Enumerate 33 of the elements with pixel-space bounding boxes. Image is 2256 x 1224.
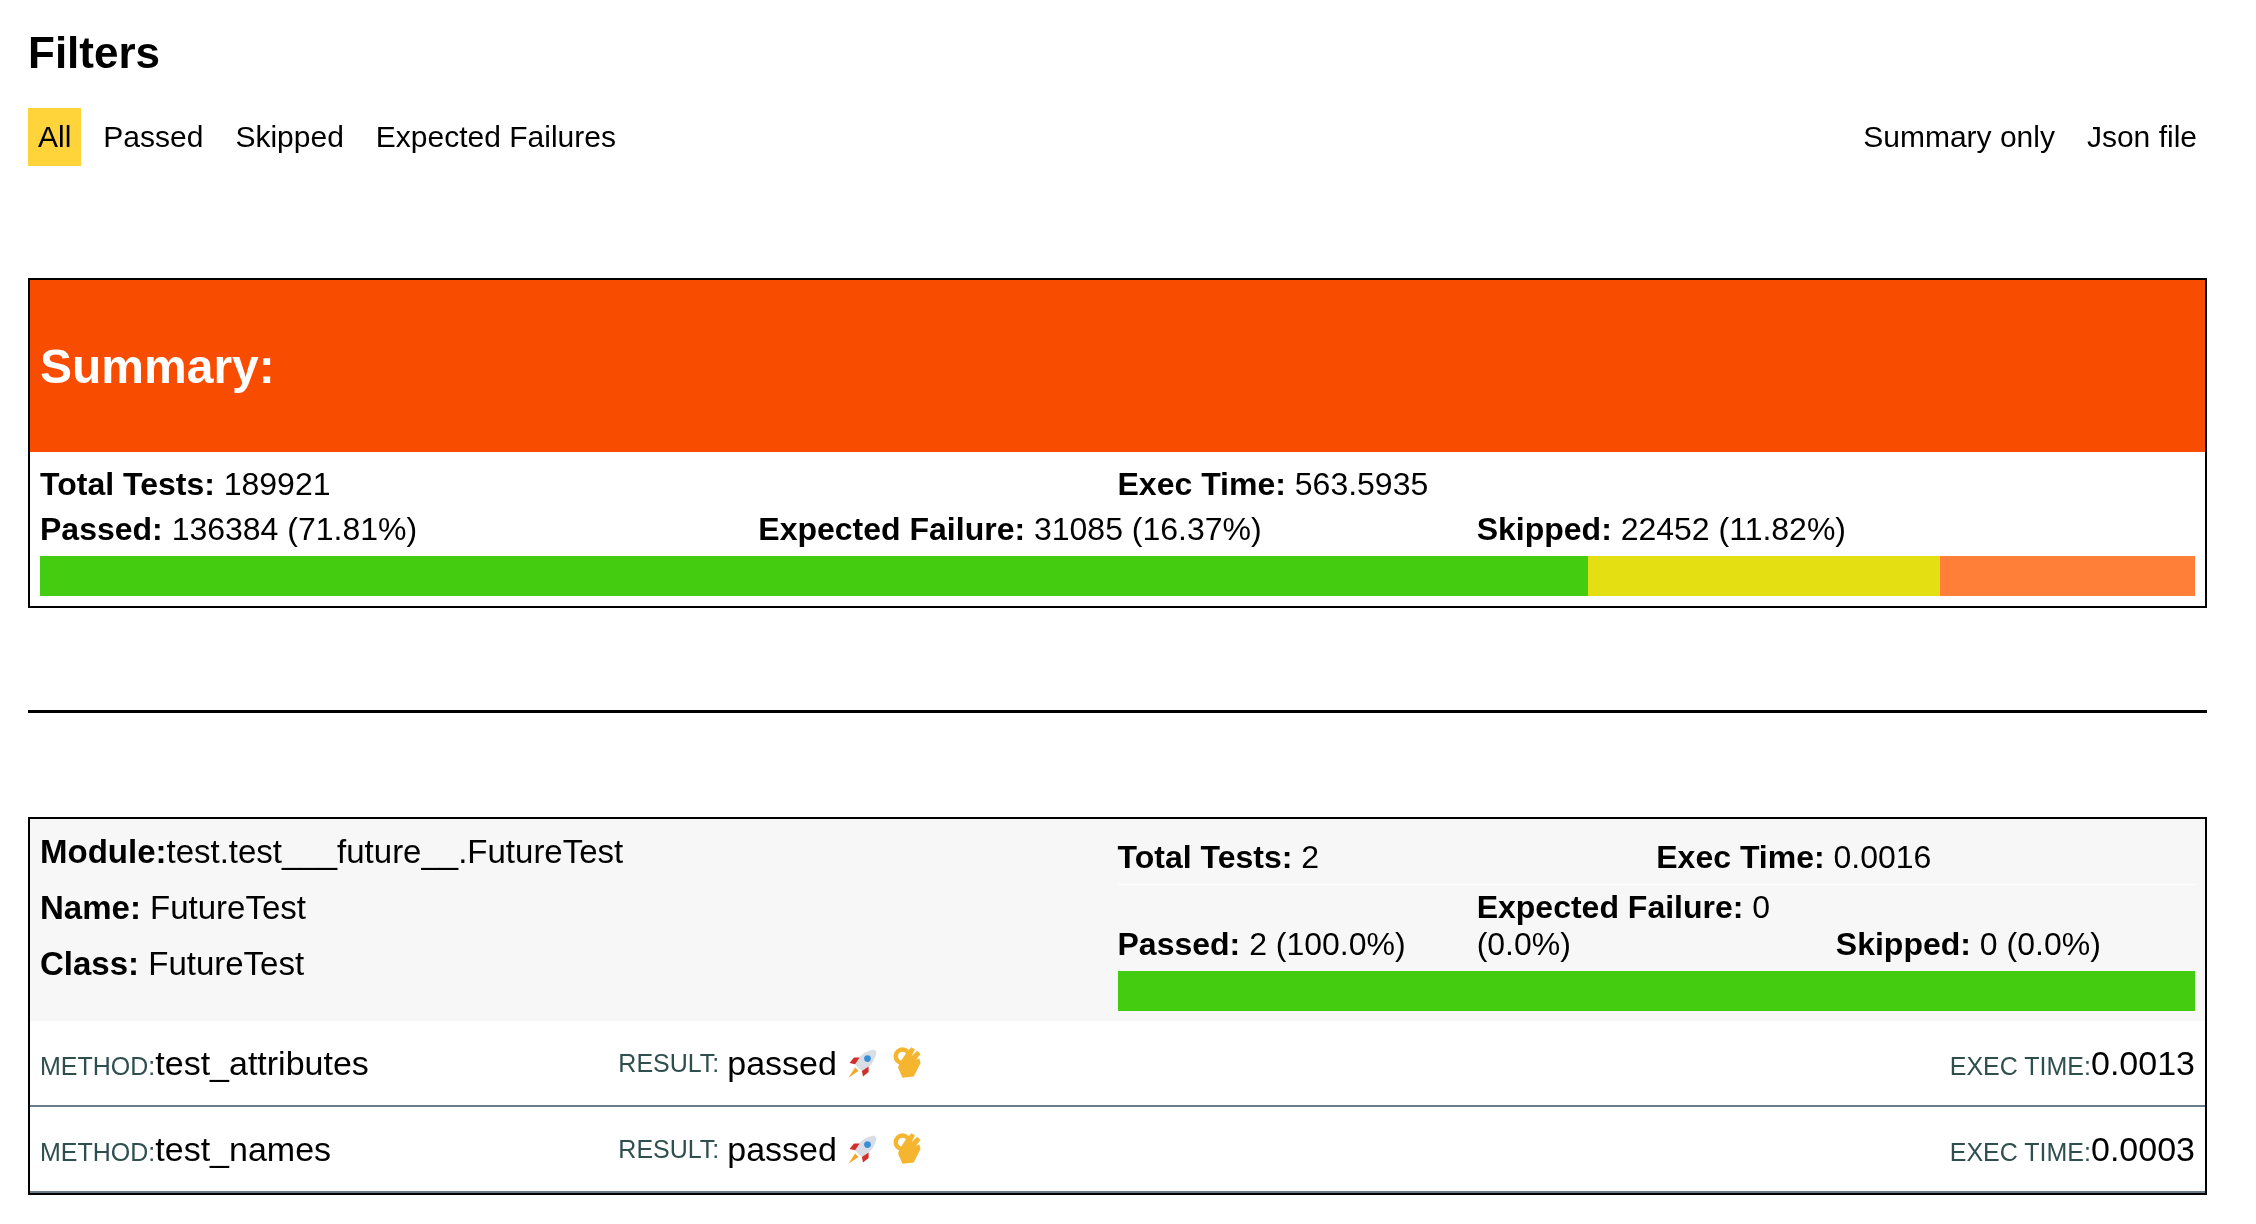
module-class: Class: FutureTest [40, 945, 306, 983]
stat-text: Expected Failure: 0 (0.0%) [1476, 889, 1772, 963]
filter-tab[interactable]: Passed [93, 108, 214, 166]
result-label: RESULT: [618, 1048, 720, 1078]
filter-tab[interactable]: All [28, 108, 82, 166]
module-name: Name: FutureTest [40, 889, 307, 927]
method-label: METHOD: [40, 1051, 156, 1080]
filters-heading: Filters [28, 28, 162, 78]
summary-title: Summary: [40, 338, 275, 394]
exec-time-value: 0.0013 [2091, 1043, 2195, 1082]
result-value: passed [727, 1043, 837, 1083]
view-link[interactable]: Summary only [1853, 108, 2065, 166]
stat-text: Expected Failure: 31085 (16.37%) [758, 511, 1263, 548]
exec-time-label: EXEC TIME: [1949, 1051, 2091, 1080]
filter-tab[interactable]: Skipped [225, 108, 354, 166]
total-tests: Total Tests: 2 [1117, 839, 1320, 876]
exec-time: Exec Time: 0.0016 [1656, 839, 1933, 876]
exec-time: Exec Time: 563.5935 [1117, 466, 1430, 503]
exec-time-value: 0.0003 [2091, 1129, 2195, 1168]
result-label: RESULT: [618, 1134, 720, 1164]
stat-text: Passed: 2 (100.0%) [1117, 926, 1407, 963]
method-name: test_names [155, 1129, 332, 1168]
method-label: METHOD: [40, 1137, 156, 1166]
filter-tab[interactable]: Expected Failures [365, 108, 626, 166]
result-value: passed [727, 1129, 837, 1169]
method-name: test_attributes [155, 1043, 369, 1082]
stat-text: Skipped: 22452 (11.82%) [1476, 511, 1847, 548]
stat-text: Passed: 136384 (71.81%) [40, 511, 419, 548]
exec-time-label: EXEC TIME: [1949, 1137, 2091, 1166]
stat-text: Skipped: 0 (0.0%) [1835, 926, 2102, 963]
module-path: Module:test.test___future__.FutureTest [40, 833, 625, 871]
view-link[interactable]: Json file [2076, 108, 2207, 166]
total-tests: Total Tests: 189921 [40, 466, 332, 503]
